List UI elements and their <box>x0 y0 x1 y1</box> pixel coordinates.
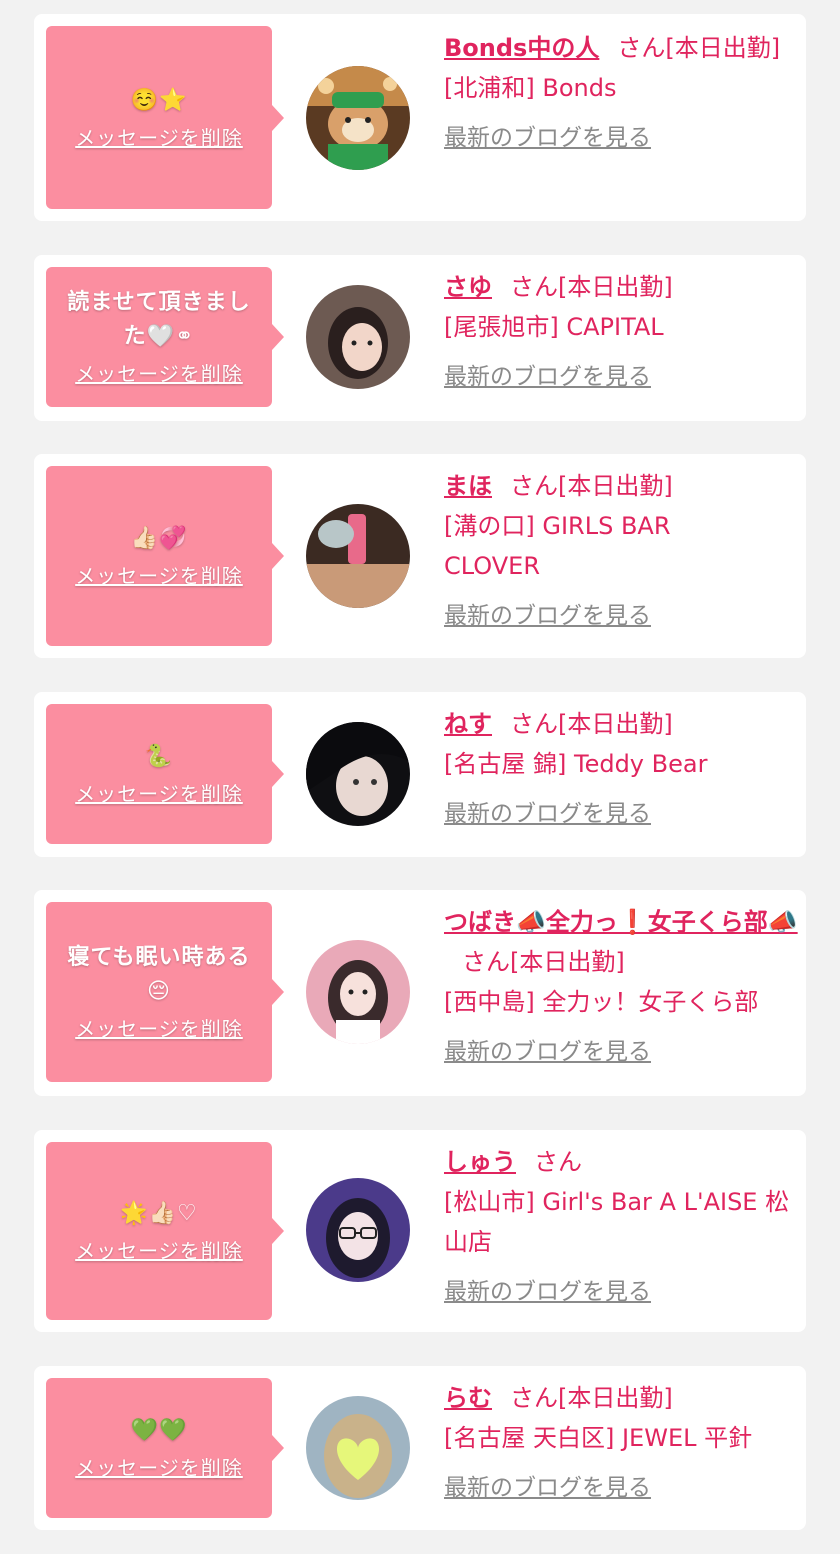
avatar[interactable] <box>306 1178 410 1282</box>
shop-label: [名古屋 天白区] JEWEL 平針 <box>444 1424 753 1452</box>
message-bubble: 🐍 メッセージを削除 <box>46 704 284 844</box>
message-bubble: 👍🏻💞 メッセージを削除 <box>46 466 284 646</box>
message-list: ☺️⭐ メッセージを削除 Bonds中の人 さん[本日出勤] [北浦和] Bond… <box>0 0 840 1554</box>
delete-message-link[interactable]: メッセージを削除 <box>75 780 243 808</box>
avatar[interactable] <box>306 940 410 1044</box>
message-text: 寝ても眠い時ある😔 <box>67 945 251 1004</box>
shop-label: [溝の口] GIRLS BAR CLOVER <box>444 512 671 580</box>
user-name-link[interactable]: しゅう <box>444 1148 516 1176</box>
shop-label: [尾張旭市] CAPITAL <box>444 313 664 341</box>
item-info: さゆ さん[本日出勤] [尾張旭市] CAPITAL 最新のブログを見る <box>444 267 794 397</box>
user-suffix: さん[本日出勤] <box>510 1384 673 1412</box>
blog-link[interactable]: 最新のブログを見る <box>444 1468 794 1508</box>
user-suffix: さん[本日出勤] <box>617 34 781 62</box>
message-text: ☺️⭐ <box>130 87 188 113</box>
blog-link[interactable]: 最新のブログを見る <box>444 357 794 397</box>
shop-label: [北浦和] Bonds <box>444 74 617 102</box>
message-bubble: ☺️⭐ メッセージを削除 <box>46 26 284 209</box>
delete-message-link[interactable]: メッセージを削除 <box>75 562 243 590</box>
list-item: ☺️⭐ メッセージを削除 Bonds中の人 さん[本日出勤] [北浦和] Bond… <box>34 14 806 221</box>
list-item: 👍🏻💞 メッセージを削除 まほ さん[本日出勤] [溝の口] GIRLS BAR … <box>34 454 806 658</box>
shop-label: [西中島] 全力ッ！女子くら部 <box>444 988 759 1016</box>
list-item: 💚💚 メッセージを削除 らむ さん[本日出勤] [名古屋 天白区] JEWEL 平… <box>34 1366 806 1530</box>
blog-link[interactable]: 最新のブログを見る <box>444 118 794 158</box>
blog-link[interactable]: 最新のブログを見る <box>444 596 794 636</box>
shop-label: [松山市] Girl's Bar A L'AISE 松山店 <box>444 1188 790 1256</box>
avatar[interactable] <box>306 66 410 170</box>
message-text: 読ませて頂きました🤍⚭ <box>67 290 251 349</box>
message-bubble: 読ませて頂きました🤍⚭ メッセージを削除 <box>46 267 284 407</box>
message-text: 👍🏻💞 <box>130 526 188 551</box>
list-item: 寝ても眠い時ある😔 メッセージを削除 つばき📣全力っ❗女子くら部📣 さん[本日出勤… <box>34 890 806 1096</box>
user-name-link[interactable]: Bonds中の人 <box>444 34 599 62</box>
message-text: 💚💚 <box>130 1418 188 1443</box>
avatar[interactable] <box>306 504 410 608</box>
user-suffix: さん[本日出勤] <box>510 472 673 500</box>
message-text: 🐍 <box>144 744 174 769</box>
delete-message-link[interactable]: メッセージを削除 <box>75 124 243 152</box>
user-name-link[interactable]: つばき📣全力っ❗女子くら部📣 <box>444 908 798 936</box>
item-info: らむ さん[本日出勤] [名古屋 天白区] JEWEL 平針 最新のブログを見る <box>444 1378 794 1508</box>
shop-label: [名古屋 錦] Teddy Bear <box>444 750 708 778</box>
item-info: ねす さん[本日出勤] [名古屋 錦] Teddy Bear 最新のブログを見る <box>444 704 794 834</box>
user-suffix: さん[本日出勤] <box>510 710 673 738</box>
avatar[interactable] <box>306 285 410 389</box>
avatar[interactable] <box>306 722 410 826</box>
user-suffix: さん[本日出勤] <box>462 948 625 976</box>
user-name-link[interactable]: ねす <box>444 710 492 738</box>
avatar[interactable] <box>306 1396 410 1500</box>
list-item: 読ませて頂きました🤍⚭ メッセージを削除 さゆ さん[本日出勤] [尾張旭市] C… <box>34 255 806 421</box>
list-item: 🌟👍🏻♡ メッセージを削除 しゅう さん [松山市] Girl's Bar A L… <box>34 1130 806 1332</box>
user-name-link[interactable]: さゆ <box>444 273 492 301</box>
blog-link[interactable]: 最新のブログを見る <box>444 1032 804 1072</box>
item-info: Bonds中の人 さん[本日出勤] [北浦和] Bonds 最新のブログを見る <box>444 28 794 158</box>
message-bubble: 🌟👍🏻♡ メッセージを削除 <box>46 1142 284 1320</box>
item-info: しゅう さん [松山市] Girl's Bar A L'AISE 松山店 最新のブ… <box>444 1142 794 1312</box>
delete-message-link[interactable]: メッセージを削除 <box>75 360 243 388</box>
blog-link[interactable]: 最新のブログを見る <box>444 794 794 834</box>
message-bubble: 💚💚 メッセージを削除 <box>46 1378 284 1518</box>
message-bubble: 寝ても眠い時ある😔 メッセージを削除 <box>46 902 284 1082</box>
user-name-link[interactable]: まほ <box>444 472 492 500</box>
list-item: 🐍 メッセージを削除 ねす さん[本日出勤] [名古屋 錦] Teddy Bear… <box>34 692 806 857</box>
item-info: つばき📣全力っ❗女子くら部📣 さん[本日出勤] [西中島] 全力ッ！女子くら部 最… <box>444 902 804 1072</box>
user-name-link[interactable]: らむ <box>444 1384 492 1412</box>
user-suffix: さん[本日出勤] <box>510 273 673 301</box>
blog-link[interactable]: 最新のブログを見る <box>444 1272 794 1312</box>
message-text: 🌟👍🏻♡ <box>120 1201 198 1226</box>
delete-message-link[interactable]: メッセージを削除 <box>75 1015 243 1043</box>
user-suffix: さん <box>534 1148 582 1176</box>
delete-message-link[interactable]: メッセージを削除 <box>75 1237 243 1265</box>
delete-message-link[interactable]: メッセージを削除 <box>75 1454 243 1482</box>
item-info: まほ さん[本日出勤] [溝の口] GIRLS BAR CLOVER 最新のブログ… <box>444 466 794 636</box>
